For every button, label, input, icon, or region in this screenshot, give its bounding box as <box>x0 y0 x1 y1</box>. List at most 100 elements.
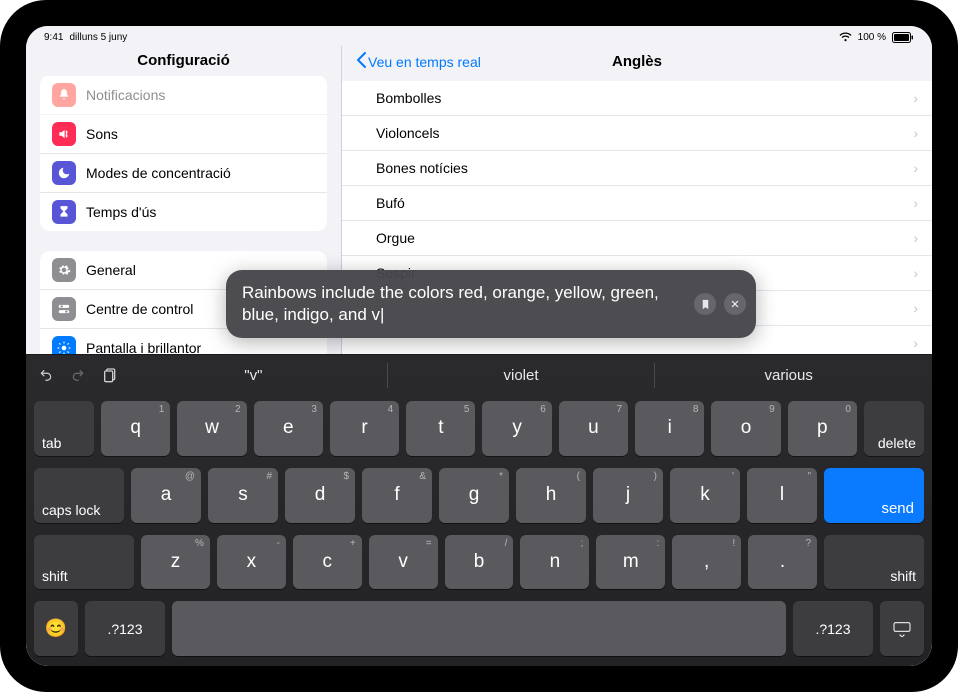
key-l[interactable]: "l <box>747 468 817 523</box>
switches-icon <box>52 297 76 321</box>
list-item[interactable]: Bufó › <box>342 186 932 221</box>
live-speech-text: Rainbows include the colors red, orange,… <box>242 283 659 324</box>
battery-icon <box>892 32 914 43</box>
shift-key-right[interactable]: shift <box>824 535 924 590</box>
sidebar-item-label: Sons <box>86 126 118 142</box>
gear-icon <box>52 258 76 282</box>
sidebar-item-label: Modes de concentració <box>86 165 231 181</box>
delete-key[interactable]: delete <box>864 401 924 456</box>
device-frame: 9:41 dilluns 5 juny 100 % Configuració <box>0 0 958 692</box>
undo-icon[interactable] <box>36 365 56 385</box>
key-j[interactable]: )j <box>593 468 663 523</box>
key-x[interactable]: -x <box>217 535 286 590</box>
key-a[interactable]: @a <box>131 468 201 523</box>
status-date: dilluns 5 juny <box>69 32 127 43</box>
sidebar-item-focus[interactable]: Modes de concentració <box>40 154 327 193</box>
list-item-label: Violoncels <box>376 125 440 141</box>
emoji-key[interactable]: 😊 <box>34 601 78 656</box>
redo-icon[interactable] <box>68 365 88 385</box>
list-item[interactable]: Bones notícies › <box>342 151 932 186</box>
bookmark-button[interactable] <box>694 293 716 315</box>
key-m[interactable]: :m <box>596 535 665 590</box>
tab-key[interactable]: tab <box>34 401 94 456</box>
chevron-right-icon: › <box>913 300 918 316</box>
key-q[interactable]: 1q <box>101 401 170 456</box>
key-u[interactable]: 7u <box>559 401 628 456</box>
suggestion-2[interactable]: violet <box>387 363 655 388</box>
back-button[interactable]: Veu en temps real <box>356 52 481 71</box>
chevron-right-icon: › <box>913 265 918 281</box>
chevron-right-icon: › <box>913 230 918 246</box>
key-w[interactable]: 2w <box>177 401 246 456</box>
chevron-right-icon: › <box>913 90 918 106</box>
sidebar-group-1: Notificacions Sons Modes de concentració <box>40 75 327 231</box>
sidebar-item-label: Centre de control <box>86 301 193 317</box>
key-d[interactable]: $d <box>285 468 355 523</box>
key-z[interactable]: %z <box>141 535 210 590</box>
key-c[interactable]: +c <box>293 535 362 590</box>
back-label: Veu en temps real <box>368 54 481 70</box>
list-item[interactable]: Orgue › <box>342 221 932 256</box>
key-n[interactable]: ;n <box>520 535 589 590</box>
key-o[interactable]: 9o <box>711 401 780 456</box>
key-f[interactable]: &f <box>362 468 432 523</box>
list-item-label: Bufó <box>376 195 405 211</box>
key-p[interactable]: 0p <box>788 401 857 456</box>
chevron-right-icon: › <box>913 160 918 176</box>
capslock-key[interactable]: caps lock <box>34 468 124 523</box>
battery-text: 100 % <box>858 32 886 43</box>
bubble-actions <box>694 293 746 315</box>
numbers-key-right[interactable]: .?123 <box>793 601 873 656</box>
keyboard: "v" violet various tab 1q 2w 3e 4r 5t 6y… <box>26 354 932 666</box>
chevron-right-icon: › <box>913 125 918 141</box>
sidebar-item-label: Temps d'ús <box>86 204 156 220</box>
clipboard-icon[interactable] <box>100 365 120 385</box>
text-caret <box>380 305 384 324</box>
screen: 9:41 dilluns 5 juny 100 % Configuració <box>26 26 932 666</box>
chevron-right-icon: › <box>913 195 918 211</box>
list-item[interactable]: Bombolles › <box>342 81 932 116</box>
key-comma[interactable]: !, <box>672 535 741 590</box>
list-item[interactable]: Violoncels › <box>342 116 932 151</box>
list-item-label: Bones notícies <box>376 160 468 176</box>
key-s[interactable]: #s <box>208 468 278 523</box>
live-speech-input[interactable]: Rainbows include the colors red, orange,… <box>226 270 756 338</box>
key-r[interactable]: 4r <box>330 401 399 456</box>
list-item-label: Bombolles <box>376 90 441 106</box>
wifi-icon <box>839 32 852 42</box>
key-k[interactable]: 'k <box>670 468 740 523</box>
status-time: 9:41 <box>44 32 63 43</box>
list-item-label: Orgue <box>376 230 415 246</box>
sidebar-item-label: Notificacions <box>86 87 165 103</box>
key-h[interactable]: (h <box>516 468 586 523</box>
space-key[interactable] <box>172 601 786 656</box>
moon-icon <box>52 161 76 185</box>
prediction-bar: "v" violet various <box>26 355 932 395</box>
close-button[interactable] <box>724 293 746 315</box>
key-e[interactable]: 3e <box>254 401 323 456</box>
key-t[interactable]: 5t <box>406 401 475 456</box>
dismiss-keyboard-key[interactable] <box>880 601 924 656</box>
speaker-icon <box>52 122 76 146</box>
detail-header: Veu en temps real Anglès <box>342 46 932 81</box>
sidebar-item-sounds[interactable]: Sons <box>40 115 327 154</box>
key-period[interactable]: ?. <box>748 535 817 590</box>
chevron-right-icon: › <box>913 335 918 351</box>
key-i[interactable]: 8i <box>635 401 704 456</box>
suggestion-3[interactable]: various <box>654 363 922 388</box>
key-b[interactable]: /b <box>445 535 514 590</box>
sidebar-item-label: General <box>86 262 136 278</box>
chevron-left-icon <box>356 52 366 71</box>
key-v[interactable]: =v <box>369 535 438 590</box>
hourglass-icon <box>52 200 76 224</box>
numbers-key-left[interactable]: .?123 <box>85 601 165 656</box>
sidebar-item-notifications[interactable]: Notificacions <box>40 75 327 115</box>
send-key[interactable]: send <box>824 468 924 523</box>
key-y[interactable]: 6y <box>482 401 551 456</box>
status-bar: 9:41 dilluns 5 juny 100 % <box>26 26 932 46</box>
suggestion-1[interactable]: "v" <box>120 363 387 388</box>
key-g[interactable]: *g <box>439 468 509 523</box>
sidebar-item-screentime[interactable]: Temps d'ús <box>40 193 327 231</box>
shift-key-left[interactable]: shift <box>34 535 134 590</box>
bell-icon <box>52 83 76 107</box>
